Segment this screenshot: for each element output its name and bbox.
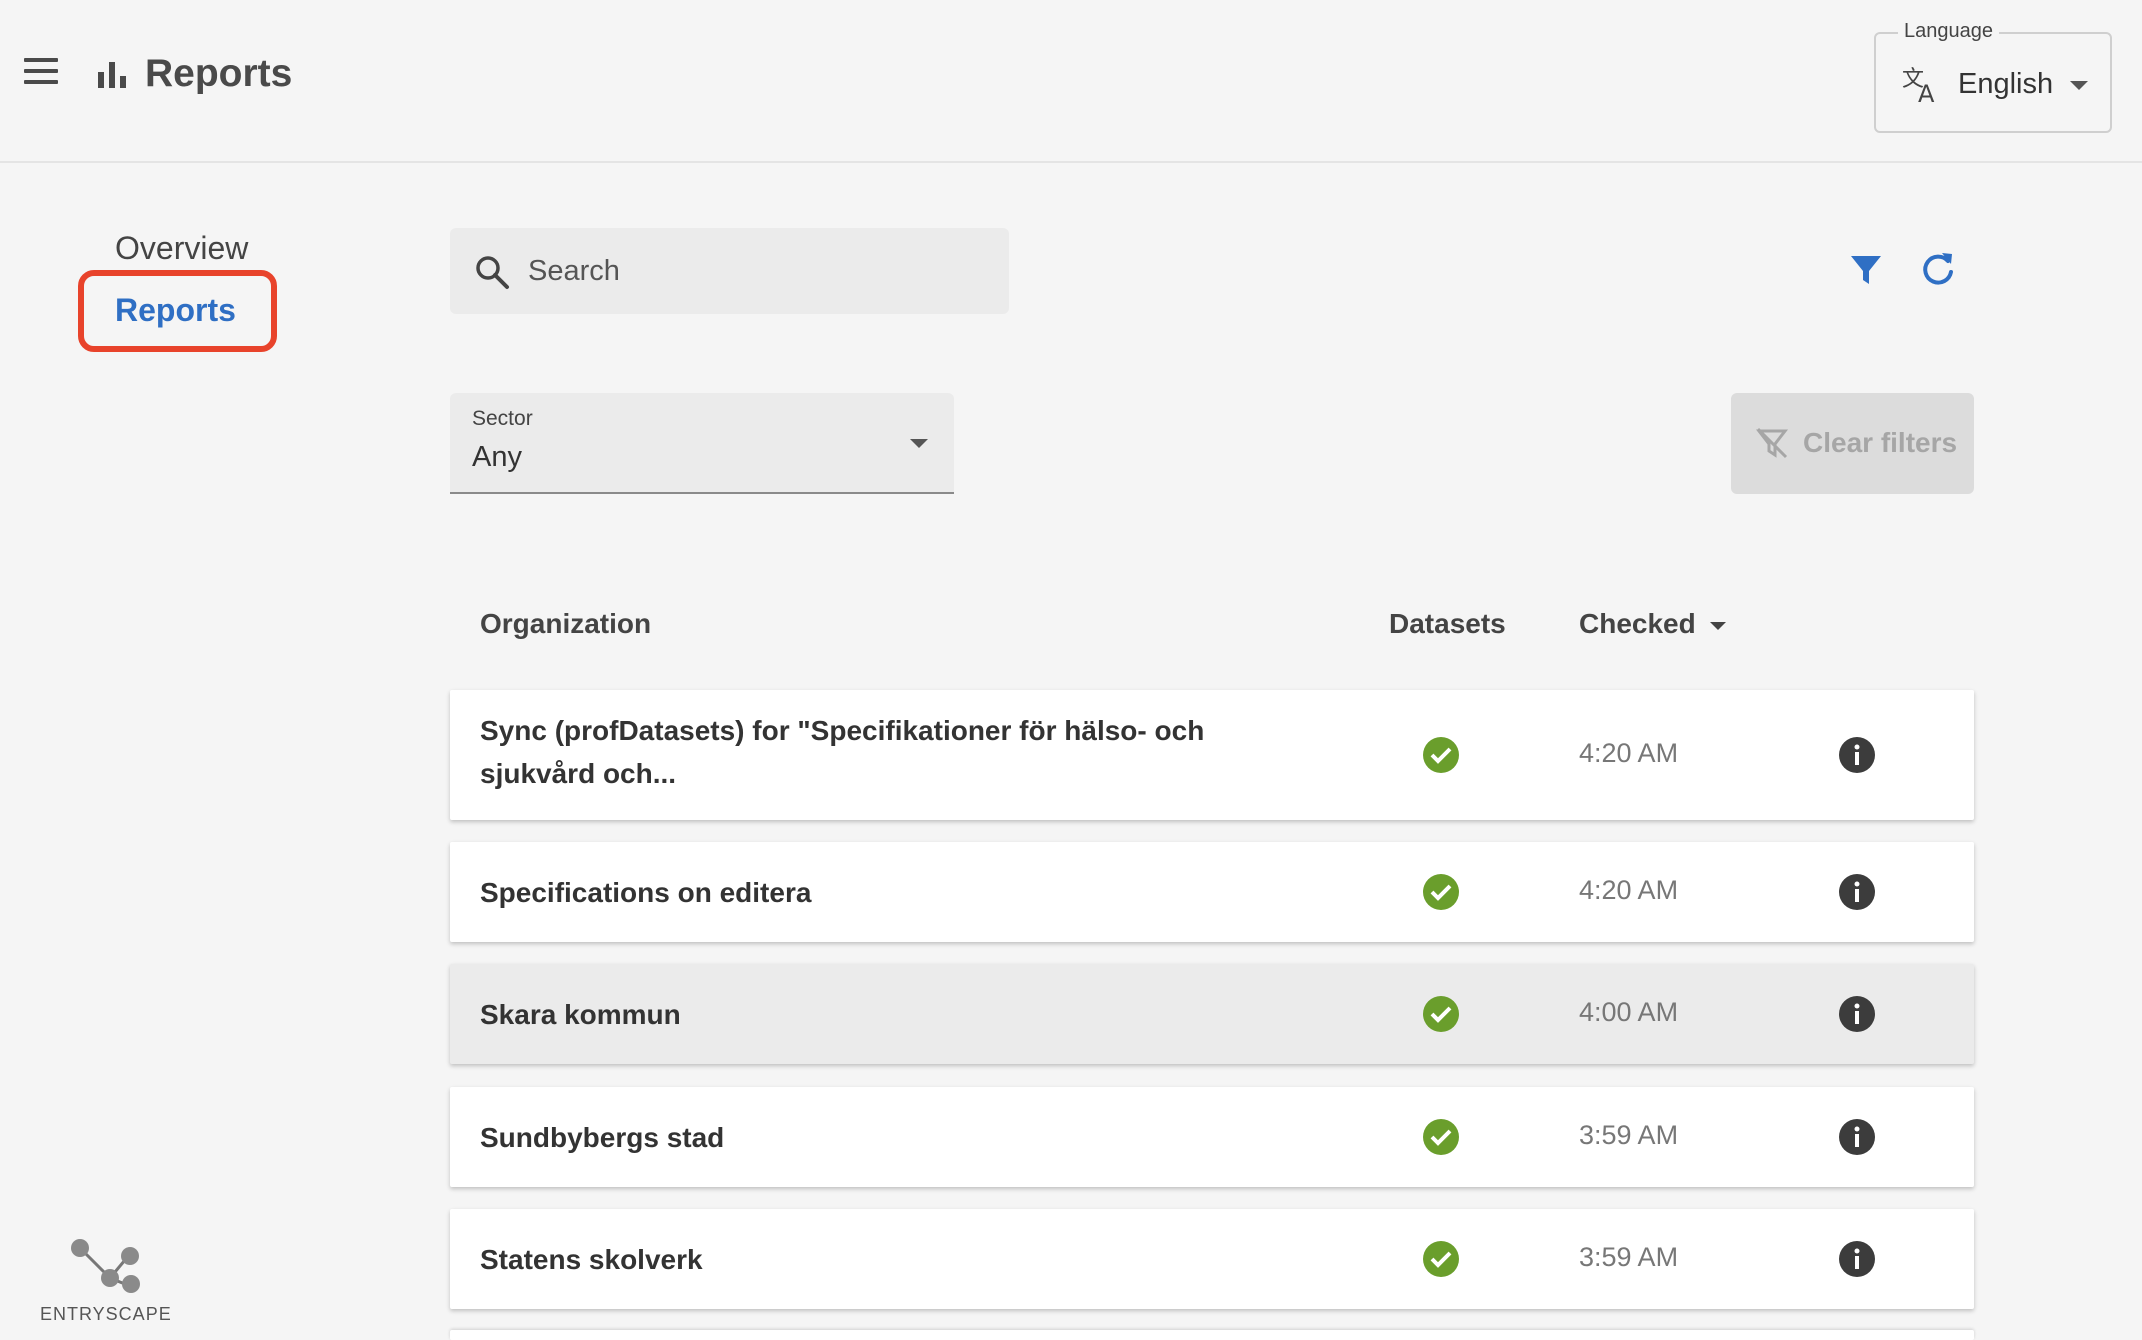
app-header: Reports Language 文 A English: [0, 0, 2142, 163]
search-icon: [476, 256, 509, 289]
check-circle-icon: [1423, 1241, 1459, 1277]
chevron-down-icon: [910, 439, 928, 448]
translate-icon: 文 A: [1902, 67, 1935, 104]
info-icon[interactable]: [1838, 995, 1876, 1033]
language-value: English: [1958, 68, 2054, 100]
column-header-datasets: Datasets: [1389, 608, 1506, 639]
filter-icon[interactable]: [1848, 252, 1884, 288]
sector-select[interactable]: Sector Any: [450, 393, 954, 494]
chevron-down-icon: [2070, 81, 2088, 90]
check-circle-icon: [1423, 996, 1459, 1032]
sidebar-item-reports[interactable]: Reports: [115, 292, 236, 329]
info-icon[interactable]: [1838, 1118, 1876, 1156]
info-icon[interactable]: [1838, 1240, 1876, 1278]
language-select[interactable]: Language 文 A English: [1874, 20, 2112, 133]
sector-value: Any: [472, 441, 522, 473]
row-checked-time: 4:20 AM: [1579, 738, 1679, 768]
search-box[interactable]: [450, 228, 1009, 314]
clear-filters-label: Clear filters: [1803, 427, 1958, 458]
table-row[interactable]: Sync (profDatasets) for "Specifikationer…: [450, 690, 1974, 820]
clear-filters-button[interactable]: Clear filters: [1731, 393, 1974, 494]
row-organization: Statens skolverk: [480, 1244, 703, 1275]
column-header-checked[interactable]: Checked: [1579, 608, 1696, 640]
row-checked-time: 4:20 AM: [1579, 875, 1679, 905]
column-header-organization: Organization: [480, 608, 652, 639]
check-circle-icon: [1423, 737, 1459, 773]
filter-off-icon: [1755, 427, 1789, 459]
row-organization: Sync (profDatasets) for "Specifikationer…: [480, 715, 1205, 789]
menu-icon[interactable]: [24, 58, 64, 94]
logo-text: ENTRYSCAPE: [40, 1304, 172, 1324]
search-input[interactable]: [528, 228, 988, 314]
row-checked-time: 3:59 AM: [1579, 1120, 1679, 1150]
check-circle-icon: [1423, 1119, 1459, 1155]
info-icon[interactable]: [1838, 873, 1876, 911]
sort-desc-icon[interactable]: [1710, 622, 1726, 630]
table-row[interactable]: Specifications on editera 4:20 AM: [450, 842, 1974, 942]
sidebar-item-overview[interactable]: Overview: [115, 230, 248, 267]
table-row[interactable]: Skara kommun 4:00 AM: [450, 964, 1974, 1064]
info-icon[interactable]: [1838, 736, 1876, 774]
row-checked-time: 4:00 AM: [1579, 997, 1679, 1027]
row-checked-time: 3:59 AM: [1579, 1242, 1679, 1272]
table-row[interactable]: Sundbybergs stad 3:59 AM: [450, 1087, 1974, 1187]
sector-label: Sector: [472, 407, 533, 430]
bar-chart-icon: [98, 62, 126, 88]
table-row[interactable]: Statens skolverk 3:59 AM: [450, 1209, 1974, 1309]
svg-text:A: A: [1918, 80, 1935, 104]
table-row[interactable]: [450, 1330, 1974, 1340]
check-circle-icon: [1423, 874, 1459, 910]
row-organization: Sundbybergs stad: [480, 1122, 725, 1153]
refresh-icon[interactable]: [1920, 250, 1956, 288]
row-organization: Skara kommun: [480, 999, 681, 1030]
row-organization: Specifications on editera: [480, 877, 812, 908]
language-label: Language: [1898, 20, 1999, 43]
page-title: Reports: [145, 52, 293, 95]
